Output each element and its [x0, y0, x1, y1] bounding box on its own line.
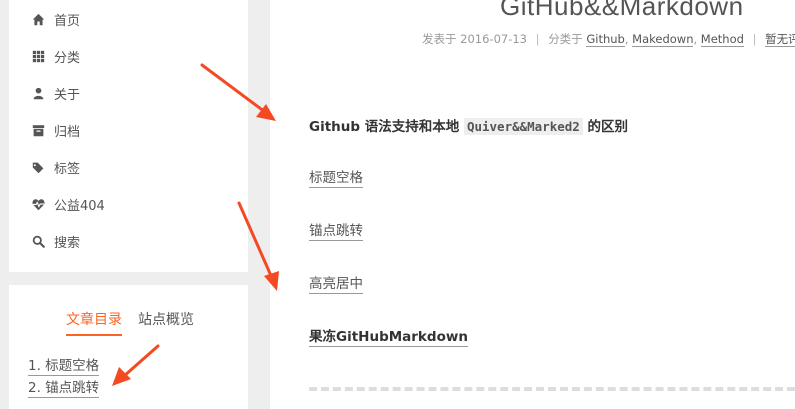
menu-item-categories[interactable]: 分类: [31, 44, 80, 68]
intro-code: Quiver&&Marked2: [463, 118, 583, 135]
section-link[interactable]: 高亮居中: [309, 276, 363, 294]
toc-entry-label: 1. 标题空格: [28, 358, 100, 376]
post-title: GitHub&&Markdown: [500, 0, 744, 21]
toc-entry-label: 2. 锚点跳转: [28, 380, 100, 398]
menu-item-label: 归档: [54, 124, 81, 140]
sidebar-tabs: 文章目录 站点概览: [66, 309, 210, 336]
intro-text: 的区别: [587, 119, 629, 135]
category-link[interactable]: Method: [700, 32, 744, 47]
menu-item-label: 标签: [54, 161, 81, 177]
archive-icon: [31, 123, 45, 137]
category-link[interactable]: Github: [586, 32, 625, 47]
menu-item-search[interactable]: 搜索: [31, 229, 80, 253]
post-date: 2016-07-13: [460, 32, 527, 46]
menu-item-label: 首页: [54, 13, 81, 29]
menu-item-tags[interactable]: 标签: [31, 155, 80, 179]
menu-item-label: 公益404: [54, 198, 105, 214]
user-icon: [31, 86, 45, 100]
menu-item-about[interactable]: 关于: [31, 81, 80, 105]
grid-icon: [31, 49, 45, 63]
category-link[interactable]: Makedown: [632, 32, 694, 47]
menu-item-label: 关于: [54, 87, 81, 103]
post-content: GitHub&&Markdown 发表于 2016-07-13 | 分类于 Gi…: [270, 0, 795, 409]
home-icon: [31, 12, 45, 26]
menu-item-label: 分类: [54, 50, 81, 66]
intro-text: Github 语法支持和本地: [309, 119, 460, 135]
sidebar-menu: 首页 分类 关于 归档 标签 公益404 搜索: [9, 0, 248, 272]
section-link[interactable]: 锚点跳转: [309, 223, 363, 241]
search-icon: [31, 234, 45, 248]
post-divider: [309, 387, 795, 391]
tags-icon: [31, 160, 45, 174]
sidebar-toc-panel: 文章目录 站点概览 1. 标题空格 2. 锚点跳转: [9, 285, 248, 409]
comments-link[interactable]: 暂无评论: [765, 32, 795, 47]
tab-toc[interactable]: 文章目录: [66, 309, 122, 336]
category-label: 分类于: [548, 32, 583, 46]
post-meta: 发表于 2016-07-13 | 分类于 Github, Makedown, M…: [422, 31, 795, 47]
section-link[interactable]: 标题空格: [309, 170, 363, 188]
page: 首页 分类 关于 归档 标签 公益404 搜索 文章目录 站点概览 1. 标题空…: [0, 0, 795, 409]
meta-divider: |: [535, 32, 540, 46]
intro-heading: Github 语法支持和本地 Quiver&&Marked2 的区别: [309, 115, 628, 135]
menu-item-archives[interactable]: 归档: [31, 118, 80, 142]
heartbeat-icon: [31, 197, 45, 211]
toc-entry[interactable]: 1. 标题空格: [28, 355, 100, 377]
toc-list: 1. 标题空格 2. 锚点跳转: [28, 355, 100, 399]
menu-item-home[interactable]: 首页: [31, 7, 80, 31]
section-link[interactable]: 果冻GitHubMarkdown: [309, 329, 468, 347]
toc-entry[interactable]: 2. 锚点跳转: [28, 377, 100, 399]
meta-divider: |: [752, 32, 757, 46]
menu-item-label: 搜索: [54, 235, 81, 251]
menu-item-commonweal[interactable]: 公益404: [31, 192, 105, 216]
tab-site-overview[interactable]: 站点概览: [138, 309, 194, 336]
posted-label: 发表于: [422, 32, 457, 46]
